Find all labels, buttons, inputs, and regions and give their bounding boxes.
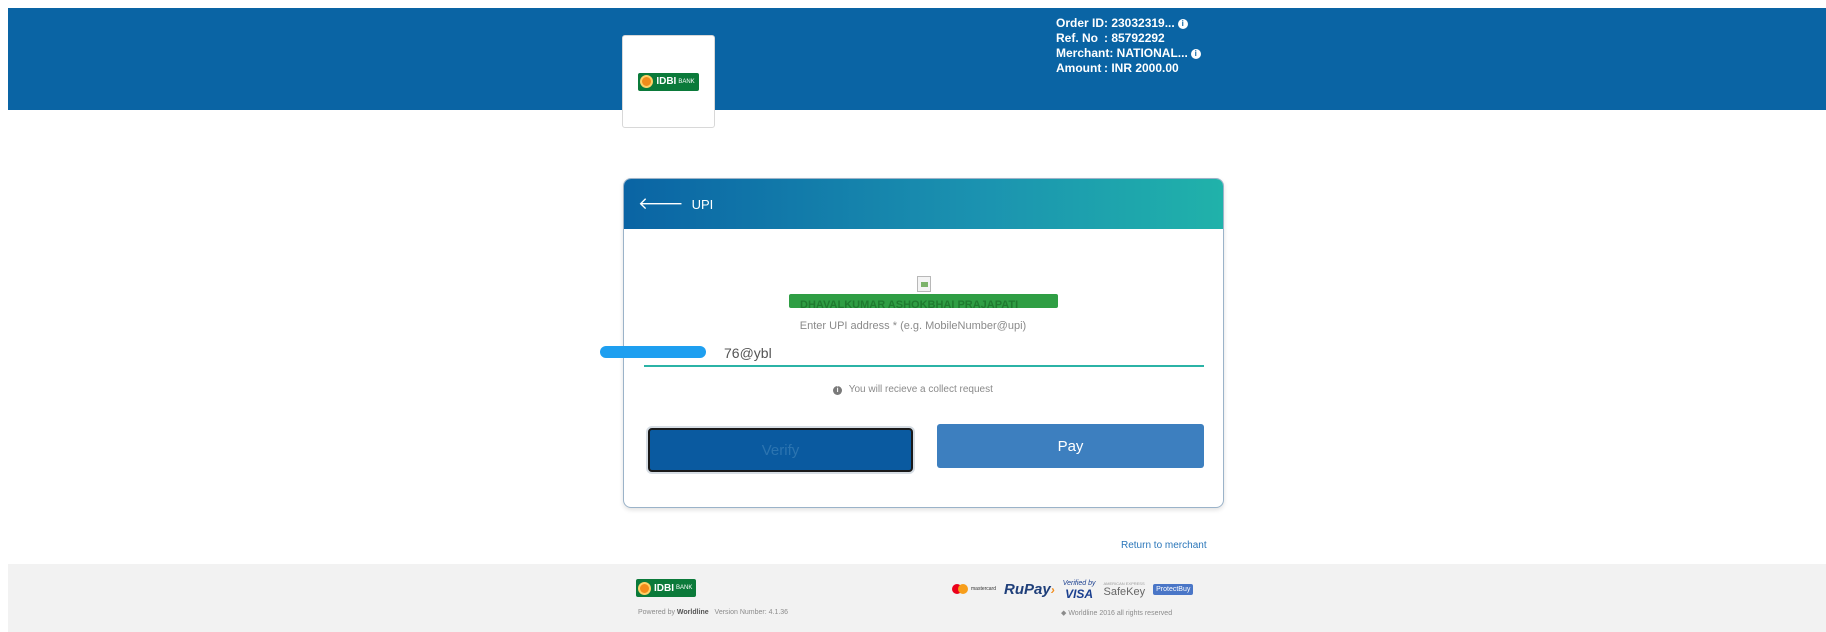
amount-row: Amount : INR 2000.00	[1056, 61, 1201, 76]
rights-text: ◆ Worldline 2016 all rights reserved	[1061, 610, 1173, 617]
top-header-bar	[8, 8, 1826, 110]
mastercard-text: mastercard	[971, 586, 997, 592]
bank-logo-card: IDBI BANK	[622, 35, 715, 128]
broken-image-icon	[917, 276, 931, 292]
order-id-value: : 23032319...	[1104, 16, 1175, 30]
amount-label: Amount	[1056, 61, 1102, 75]
payee-name: DHAVALKUMAR ASHOKBHAI PRAJAPATI	[800, 299, 1019, 311]
mastercard-yellow-circle-icon	[958, 584, 968, 594]
footer-logo-text: IDBI	[654, 582, 674, 594]
idbi-bank-logo: IDBI BANK	[638, 72, 699, 91]
footer-logo-subtext: BANK	[676, 585, 693, 591]
rupay-text: RuPay	[1004, 580, 1051, 598]
merchant-value: : NATIONAL...	[1109, 46, 1188, 60]
merchant-info-icon[interactable]: i	[1190, 48, 1201, 59]
version-number: Version Number: 4.1.36	[714, 609, 789, 616]
order-summary: Order ID : 23032319... i Ref. No : 85792…	[1056, 16, 1201, 76]
amount-value: : INR 2000.00	[1104, 61, 1179, 75]
card-title: UPI	[691, 196, 714, 212]
footer-idbi-logo: IDBI BANK	[636, 579, 697, 597]
powered-brand: Worldline	[676, 609, 709, 616]
upi-label-text: Enter UPI address *	[799, 320, 898, 332]
safekey-logo: AMERICAN EXPRESS SafeKey	[1104, 581, 1146, 598]
return-to-merchant-link[interactable]: Return to merchant	[1121, 540, 1207, 551]
collect-request-note: i You will recieve a collect request	[0, 384, 1826, 395]
rupay-logo: RuPay›	[1004, 581, 1055, 598]
order-id-label: Order ID	[1056, 16, 1105, 30]
logo-text: IDBI	[656, 76, 677, 87]
footer-logo: IDBI BANK	[636, 579, 697, 597]
merchant-label: Merchant	[1056, 46, 1110, 60]
upi-address-input[interactable]	[644, 341, 1204, 367]
verify-button[interactable]: Verify	[648, 428, 913, 472]
redacted-upi-prefix	[600, 346, 706, 358]
ref-no-value: : 85792292	[1104, 31, 1165, 45]
footer	[8, 564, 1826, 632]
logo-subtext: BANK	[678, 78, 695, 85]
upi-address-label: Enter UPI address * (e.g. MobileNumber@u…	[0, 320, 1826, 332]
visa-bottom-text: VISA	[1065, 587, 1094, 601]
mastercard-logo: mastercard	[952, 584, 996, 594]
order-id-info-icon[interactable]: i	[1177, 18, 1188, 29]
footer-logo-mark-icon	[638, 581, 651, 595]
protectbuy-logo: ProtectBuy	[1153, 583, 1194, 595]
payment-network-logos: mastercard RuPay› Verified by VISA AMERI…	[952, 579, 1194, 601]
card-header: 🡐 UPI	[624, 179, 1223, 229]
back-arrow-icon[interactable]: 🡐	[638, 194, 684, 214]
ref-no-label: Ref. No	[1056, 31, 1098, 45]
upi-label-example: (e.g. MobileNumber@upi)	[900, 320, 1027, 332]
order-id-row: Order ID : 23032319... i	[1056, 16, 1201, 31]
collect-note-text: You will recieve a collect request	[848, 384, 993, 395]
powered-prefix: Powered by	[638, 609, 675, 616]
powered-by-text: Powered by Worldline Version Number: 4.1…	[638, 609, 788, 616]
pay-button[interactable]: Pay	[937, 424, 1204, 468]
rupay-arrow-icon: ›	[1050, 582, 1055, 597]
safekey-text: SafeKey	[1103, 585, 1146, 598]
merchant-row: Merchant : NATIONAL... i	[1056, 46, 1201, 61]
info-icon: i	[833, 386, 843, 395]
verified-by-visa-logo: Verified by VISA	[1063, 579, 1096, 601]
idbi-logo-mark-icon	[640, 75, 654, 88]
ref-no-row: Ref. No : 85792292	[1056, 31, 1201, 46]
